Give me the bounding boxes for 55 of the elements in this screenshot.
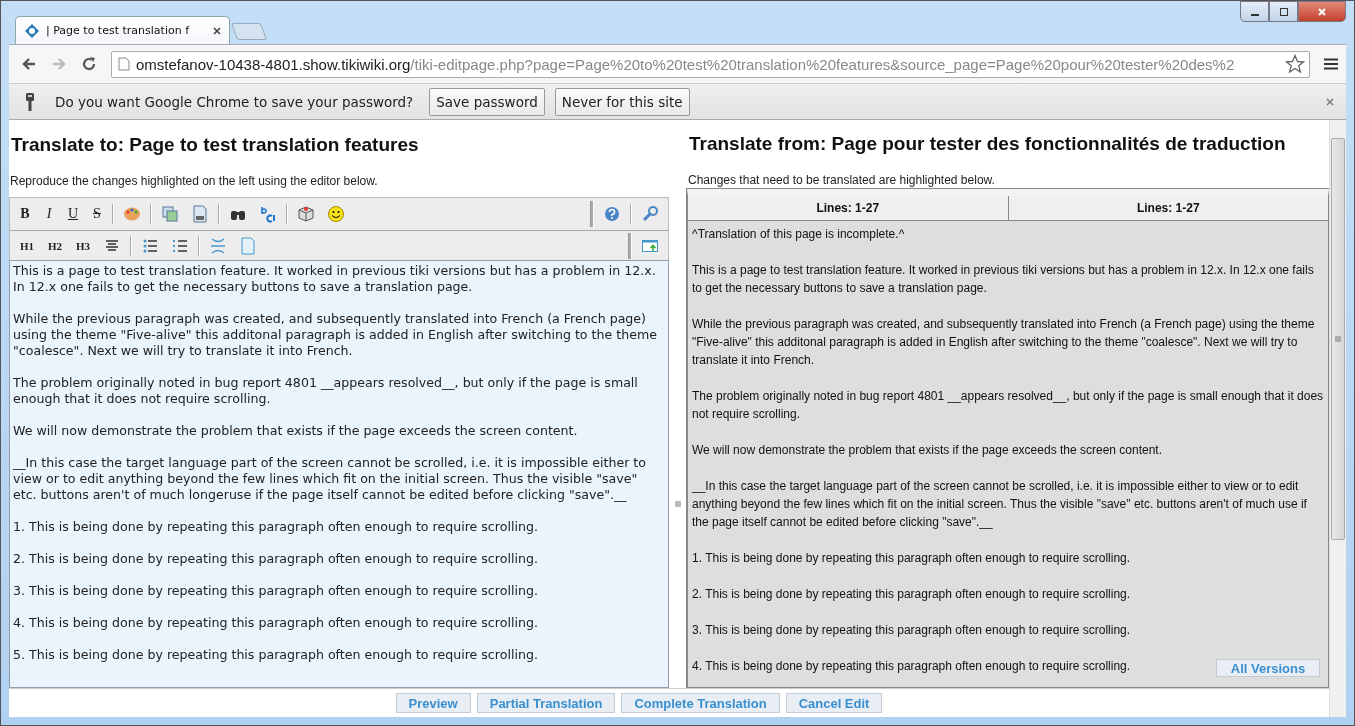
reload-icon[interactable] [81, 56, 97, 72]
underline-button[interactable]: U [64, 206, 82, 222]
palette-icon[interactable] [123, 205, 141, 223]
infobar-message: Do you want Google Chrome to save your password? [55, 93, 414, 110]
maximize-button[interactable] [1269, 1, 1298, 22]
scrollbar[interactable] [1329, 120, 1346, 717]
help-icon[interactable] [603, 205, 621, 223]
address-field[interactable]: omstefanov-10438-4801.show.tikiwiki.org/tiki-editpage.php?page=Page%20to%20test%20translation%20features&source_page=Page%20pour%20tester%20des%2 [111, 50, 1310, 78]
column-header: Lines: 1-27 [1007, 196, 1328, 220]
infobar-button[interactable]: Save password [429, 87, 545, 116]
column-header: Lines: 1-27 [688, 196, 1008, 220]
smiley-icon[interactable] [327, 205, 345, 223]
paragraph: This is a page to test translation feature. It worked in previous tiki versions but has a problem in 12.x. In 12.x one fails to get the necessary buttons to save a translation page. [692, 262, 1315, 297]
minimize-icon [1250, 13, 1259, 16]
bold-button[interactable]: B [16, 206, 34, 222]
star-icon[interactable] [1285, 54, 1305, 74]
maximize-icon [1278, 6, 1289, 17]
scrollbar-thumb[interactable] [1331, 138, 1345, 540]
close-icon [1317, 6, 1327, 17]
paragraph: The problem originally noted in bug report 4801 __appears resolved__, but only if the page is small enough that it does not require scrolling. [692, 388, 1324, 423]
document-icon[interactable] [191, 205, 209, 223]
editor-field[interactable]: This is a page to test translation feature. It worked in previous tiki versions but has a problem in 12.x. In 12.x one fails to get the necessary buttons to save a translation page. While the previous paragraph was created, and subsequently translated into French (a French page) using the theme "Five-alive" this additonal paragraph is added in English after switching to the theme "coalesce". Next we will try to translate it into French. The problem originally noted in bug report 4801 __appears resolved__, but only if the page is small enough that it does not require scrolling. We will now demonstrate the problem that exists if the page exceeds the screen content. __In this case the target language part of the screen cannot be scrolled, i.e. it is impossible either to view or to edit anything beyond the few lines which fit on the initial screen. Thus the visible "save" etc. buttons aren't of much longeruse if the page itself cannot be edited before clicking "save".__ 1. This is being done by repeating this paragraph often enough to require scrolling. 2. This is being done by repeating this paragraph often enough to require scrolling. 3. This is being done by repeating this paragraph often enough to require scrolling. 4. This is being done by repeating this paragraph often enough to require scrolling. 5. This is being done by repeating this paragraph often enough to require scrolling. [9, 260, 669, 688]
back-icon[interactable] [21, 56, 37, 72]
cube-icon[interactable] [297, 205, 315, 223]
strike-button[interactable]: S [88, 206, 106, 222]
key-icon [25, 91, 35, 112]
paragraph: While the previous paragraph was created, and subsequently translated into French (a French page) using the theme "Five-alive" this additonal paragraph is added in English after switching to the theme "coalesce". Next we will try to translate it into French. [692, 316, 1316, 369]
minimize-button[interactable] [1240, 1, 1269, 22]
replace-icon[interactable] [259, 205, 277, 223]
paragraph: 4. This is being done by repeating this paragraph often enough to require scrolling. [692, 658, 1131, 675]
pane-title: Translate to: Page to test translation features [11, 134, 420, 156]
menu-icon[interactable] [1324, 58, 1338, 70]
italic-button[interactable]: I [40, 206, 58, 222]
page-icon [118, 57, 130, 71]
hint-text: Changes that need to be translated are highlighted below. [688, 173, 996, 187]
paragraph: 1. This is being done by repeating this paragraph often enough to require scrolling. [692, 550, 1131, 567]
h1-button[interactable]: H1 [16, 239, 38, 252]
paragraph: 2. This is being done by repeating this paragraph often enough to require scrolling. [692, 586, 1131, 603]
infobar-button[interactable]: Never for this site [554, 87, 690, 116]
copy-icon[interactable] [161, 205, 179, 223]
browser-tab[interactable]: | Page to test translation f [15, 16, 230, 44]
h3-button[interactable]: H3 [72, 239, 94, 252]
h2-button[interactable]: H2 [44, 239, 66, 252]
paragraph: __In this case the target language part of the screen cannot be scrolled, i.e. it is impossible either to view or to edit anything beyond the few lines which fit on the initial screen. Thus the visible "save" etc. buttons aren't of much use if the page itself cannot be edited before clicking "save".__ [692, 478, 1308, 531]
splitter-grip-icon[interactable] [675, 501, 681, 507]
paragraph: We will now demonstrate the problem that exists if the page exceeds the screen content. [692, 442, 1163, 459]
paragraph: ^Translation of this page is incomplete.^ [692, 226, 905, 243]
close-button[interactable] [1298, 1, 1346, 22]
close-icon[interactable] [213, 26, 221, 35]
paragraph: 3. This is being done by repeating this paragraph often enough to require scrolling. [692, 622, 1131, 639]
pane-title: Translate from: Page pour tester des fonctionnalités de traduction [689, 133, 1287, 155]
grip-icon [1335, 336, 1341, 342]
logo-icon [24, 22, 40, 39]
horizontal-rule-icon[interactable] [209, 236, 227, 255]
hint-text: Reproduce the changes highlighted on the left using the editor below. [10, 174, 379, 188]
